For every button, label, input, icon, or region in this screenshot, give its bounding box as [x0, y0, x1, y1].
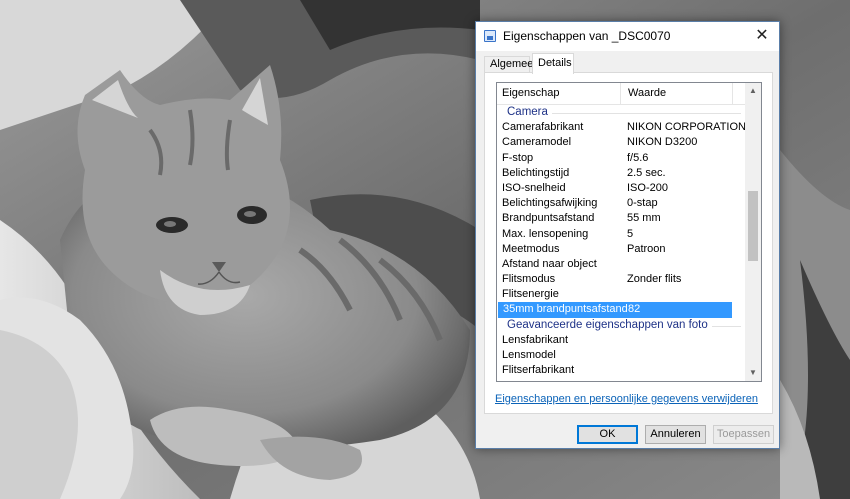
property-name: Flitsenergie	[502, 288, 559, 301]
property-value: NIKON D3200	[627, 136, 698, 149]
property-name: Flitsmodus	[502, 273, 556, 286]
property-value: f/5.6	[627, 151, 649, 164]
property-value: NIKON CORPORATION	[627, 121, 746, 134]
property-value: ISO-200	[627, 181, 668, 194]
tab-details[interactable]: Details	[532, 53, 574, 74]
tab-general[interactable]: Algemeen	[484, 56, 540, 73]
scroll-up-arrow-icon[interactable]: ▲	[745, 83, 761, 99]
list-item[interactable]: Belichtingstijd 2.5 sec.	[497, 166, 747, 181]
property-name: Meetmodus	[502, 242, 560, 255]
list-item[interactable]: Flitsenergie	[497, 287, 747, 302]
list-item[interactable]: Afstand naar object	[497, 257, 747, 272]
close-button[interactable]: ✕	[745, 22, 779, 51]
list-item[interactable]: Belichtingsafwijking 0-stap	[497, 196, 747, 211]
properties-dialog: Eigenschappen van _DSC0070 ✕ Algemeen De…	[475, 21, 780, 449]
list-item[interactable]: Max. lensopening 5	[497, 227, 747, 242]
list-item[interactable]: Lensmodel	[497, 348, 747, 363]
image-file-icon	[484, 30, 496, 42]
scroll-thumb[interactable]	[748, 191, 758, 261]
group-header-camera: Camera	[497, 105, 747, 120]
property-value: Patroon	[627, 242, 666, 255]
remove-properties-link[interactable]: Eigenschappen en persoonlijke gegevens v…	[495, 393, 758, 405]
property-value: 5	[627, 227, 634, 240]
list-item[interactable]: Brandpuntsafstand 55 mm	[497, 211, 747, 226]
vertical-scrollbar[interactable]: ▲ ▼	[745, 83, 761, 381]
list-header: Eigenschap Waarde	[497, 83, 747, 105]
property-value: 0-stap	[627, 197, 658, 210]
property-name: Brandpuntsafstand	[502, 212, 595, 225]
column-divider[interactable]	[732, 83, 733, 104]
list-item[interactable]: Flitsmodus Zonder flits	[497, 272, 747, 287]
properties-list[interactable]: Eigenschap Waarde Camera Camerafabrikant…	[496, 82, 762, 382]
list-item[interactable]: Flitserfabrikant	[497, 363, 747, 378]
column-header-value[interactable]: Waarde	[628, 87, 666, 99]
dialog-title: Eigenschappen van _DSC0070	[503, 29, 671, 43]
property-value: Zonder flits	[627, 273, 682, 286]
ok-button[interactable]: OK	[577, 425, 638, 444]
list-item-selected[interactable]: 35mm brandpuntsafstand 82	[498, 302, 732, 318]
property-value: 2.5 sec.	[627, 166, 666, 179]
group-header-advanced: Geavanceerde eigenschappen van foto	[497, 317, 747, 333]
property-name: F-stop	[502, 151, 534, 164]
group-title: Geavanceerde eigenschappen van foto	[507, 317, 712, 333]
property-name: Belichtingstijd	[502, 166, 570, 179]
list-item[interactable]: Camerafabrikant NIKON CORPORATION	[497, 120, 747, 135]
list-item[interactable]: F-stop f/5.6	[497, 151, 747, 166]
property-name: Cameramodel	[502, 136, 572, 149]
cancel-button[interactable]: Annuleren	[645, 425, 706, 444]
property-name: Belichtingsafwijking	[502, 197, 598, 210]
list-item[interactable]: Meetmodus Patroon	[497, 242, 747, 257]
list-item[interactable]: Lensfabrikant	[497, 333, 747, 348]
column-header-property[interactable]: Eigenschap	[502, 87, 560, 99]
title-bar[interactable]: Eigenschappen van _DSC0070 ✕	[476, 22, 779, 51]
property-name: Flitserfabrikant	[502, 364, 575, 377]
apply-button[interactable]: Toepassen	[713, 425, 774, 444]
list-item[interactable]: ISO-snelheid ISO-200	[497, 181, 747, 196]
property-name: ISO-snelheid	[502, 181, 566, 194]
details-panel: Eigenschap Waarde Camera Camerafabrikant…	[484, 72, 773, 414]
scroll-down-arrow-icon[interactable]: ▼	[745, 365, 761, 381]
property-value: 82	[628, 303, 641, 316]
property-name: Lensmodel	[502, 349, 556, 361]
column-divider[interactable]	[620, 83, 621, 104]
list-rows: Camera Camerafabrikant NIKON CORPORATION …	[497, 105, 747, 378]
property-name: Camerafabrikant	[502, 121, 584, 134]
property-name: 35mm brandpuntsafstand	[503, 303, 628, 316]
property-name: Afstand naar object	[502, 257, 597, 270]
property-name: Max. lensopening	[502, 227, 589, 240]
group-title: Camera	[507, 105, 552, 120]
property-name: Lensfabrikant	[502, 333, 569, 346]
property-value: 55 mm	[627, 212, 661, 225]
list-item[interactable]: Cameramodel NIKON D3200	[497, 135, 747, 150]
